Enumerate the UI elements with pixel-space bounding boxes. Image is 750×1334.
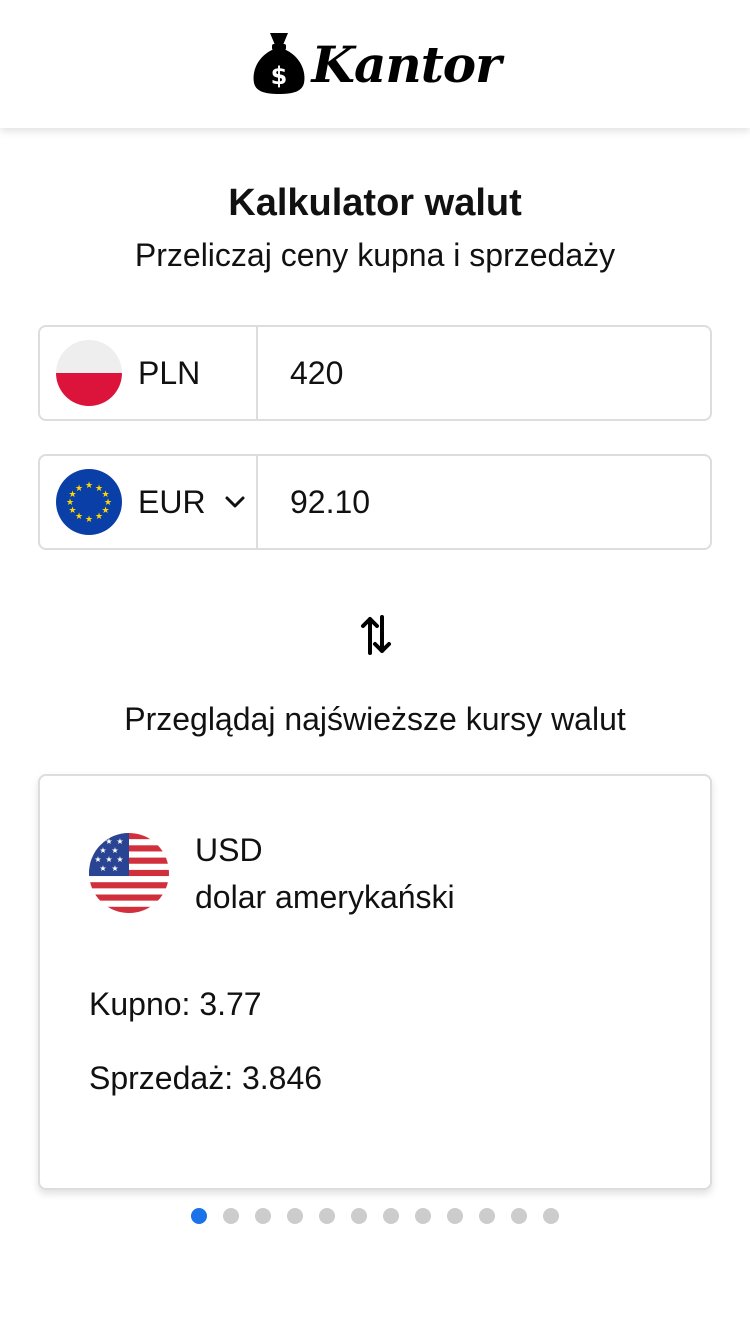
from-amount-input[interactable] — [258, 327, 710, 419]
svg-text:★: ★ — [75, 484, 83, 494]
rate-currency-name: dolar amerykański — [195, 879, 455, 915]
sell-rate: Sprzedaż: 3.846 — [89, 1060, 323, 1096]
rate-card[interactable]: ★ ★ ★ ★ ★ ★ ★ ★ ★ ★ USD dolar amerykański Kupn… — [38, 774, 712, 1190]
pagination-dot[interactable] — [223, 1208, 239, 1224]
svg-text:★: ★ — [94, 855, 101, 864]
page-subtitle: Przeliczaj ceny kupna i sprzedaży — [134, 237, 616, 273]
eu-flag-icon: ★ ★ ★ ★ ★ ★ ★ ★ ★ ★ ★ ★ — [56, 469, 122, 535]
pagination-dot[interactable] — [287, 1208, 303, 1224]
svg-text:★: ★ — [99, 864, 106, 873]
pagination-dot[interactable] — [255, 1208, 271, 1224]
pagination-dot[interactable] — [511, 1208, 527, 1224]
carousel-pagination — [0, 1208, 750, 1224]
pagination-dot[interactable] — [191, 1208, 207, 1224]
pagination-dot[interactable] — [319, 1208, 335, 1224]
logo-text: Kantor — [311, 34, 502, 94]
pagination-dot[interactable] — [543, 1208, 559, 1224]
buy-rate: Kupno: 3.77 — [89, 986, 262, 1022]
from-currency-code: PLN — [138, 354, 201, 391]
svg-text:★: ★ — [105, 855, 112, 864]
svg-text:★: ★ — [111, 846, 118, 855]
svg-text:★: ★ — [99, 846, 106, 855]
svg-text:★: ★ — [95, 512, 103, 522]
svg-text:★: ★ — [94, 837, 101, 846]
from-currency-row: PLN — [38, 325, 712, 421]
swap-arrows-icon[interactable] — [358, 612, 394, 658]
rates-heading: Przeglądaj najświeższe kursy walut — [124, 701, 626, 737]
pagination-dot[interactable] — [447, 1208, 463, 1224]
usa-flag-icon: ★ ★ ★ ★ ★ ★ ★ ★ ★ ★ — [89, 833, 169, 913]
pagination-dot[interactable] — [479, 1208, 495, 1224]
to-amount-input[interactable] — [258, 456, 710, 548]
svg-text:★: ★ — [105, 837, 112, 846]
svg-text:★: ★ — [111, 864, 118, 873]
svg-text:★: ★ — [85, 481, 93, 491]
rate-currency-code: USD — [195, 832, 263, 868]
pagination-dot[interactable] — [383, 1208, 399, 1224]
pagination-dot[interactable] — [351, 1208, 367, 1224]
app-logo[interactable]: $ Kantor — [250, 29, 502, 100]
page-title: Kalkulator walut — [228, 182, 522, 224]
svg-text:★: ★ — [116, 837, 123, 846]
to-currency-code: EUR — [138, 483, 206, 520]
money-bag-icon: $ — [250, 29, 308, 100]
svg-text:★: ★ — [116, 855, 123, 864]
to-currency-dropdown[interactable]: ★ ★ ★ ★ ★ ★ ★ ★ ★ ★ ★ ★ EUR — [40, 456, 258, 548]
svg-text:★: ★ — [85, 515, 93, 525]
pagination-dot[interactable] — [415, 1208, 431, 1224]
from-currency-selector: PLN — [40, 327, 258, 419]
svg-text:$: $ — [270, 62, 287, 90]
poland-flag-icon — [56, 340, 122, 406]
to-currency-row: ★ ★ ★ ★ ★ ★ ★ ★ ★ ★ ★ ★ EUR — [38, 454, 712, 550]
chevron-down-icon — [224, 495, 246, 509]
app-header: $ Kantor — [0, 0, 750, 128]
